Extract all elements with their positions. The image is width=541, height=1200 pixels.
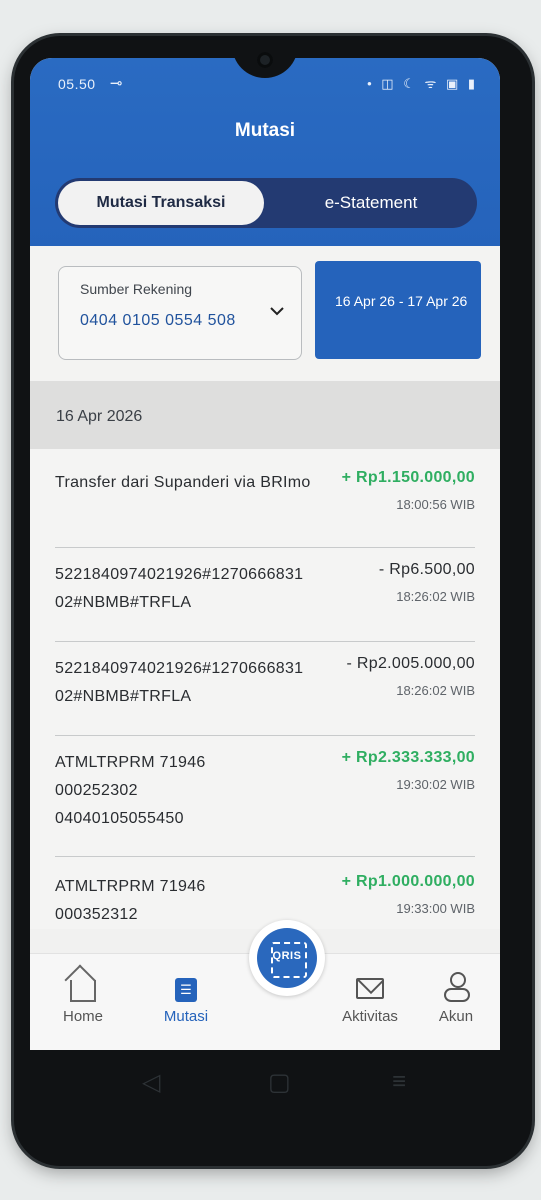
date-group-label: 16 Apr 2026 [56, 408, 143, 425]
nav-mutasi[interactable]: ☰ Mutasi [146, 972, 226, 1025]
tab-switcher: Mutasi Transaksi e-Statement [55, 178, 477, 228]
date-range-text: 16 Apr 26 - 17 Apr 26 [335, 293, 468, 309]
status-time: 05.50 [58, 76, 96, 92]
qris-label: QRIS [272, 950, 302, 962]
qris-icon: QRIS [257, 928, 317, 988]
transaction-amount: - Rp2.005.000,00 [346, 655, 475, 672]
source-account-number: 0404 0105 0554 508 [80, 312, 236, 329]
transaction-time: 19:30:02 WIB [396, 777, 475, 792]
transaction-row[interactable]: ATMLTRPRM 71946 000352312 + Rp1.000.000,… [55, 873, 475, 929]
source-account-label: Sumber Rekening [80, 281, 193, 297]
mail-icon [330, 972, 410, 1002]
transaction-list: Transfer dari Supanderi via BRImo + Rp1.… [30, 449, 500, 929]
transaction-description: ATMLTRPRM 71946 000252302 04040105055450 [55, 754, 206, 827]
back-icon[interactable]: ◁ [142, 1068, 160, 1097]
nav-aktivitas-label: Aktivitas [342, 1008, 398, 1025]
filter-bar: Sumber Rekening 0404 0105 0554 508 16 Ap… [30, 246, 500, 381]
nav-aktivitas[interactable]: Aktivitas [330, 972, 410, 1025]
date-group-header: 16 Apr 2026 [30, 381, 500, 449]
nav-mutasi-label: Mutasi [163, 1008, 209, 1025]
transaction-description: 5221840974021926#127066683102#NBMB#TRFLA [55, 660, 304, 705]
key-icon: ⊸ [110, 75, 123, 92]
app-screen: 05.50 ⊸ • ◫ ☾ ᯤ ▣ ▮ Mutasi Mutasi Transa… [30, 58, 500, 1050]
nav-akun[interactable]: Akun [416, 972, 496, 1025]
transaction-description: Transfer dari Supanderi via BRImo [55, 474, 311, 491]
nav-home[interactable]: Home [43, 972, 123, 1025]
transaction-row[interactable]: Transfer dari Supanderi via BRImo + Rp1.… [55, 469, 475, 548]
transaction-amount: + Rp2.333.333,00 [341, 749, 475, 766]
tab-e-statement[interactable]: e-Statement [269, 181, 473, 225]
user-icon [416, 972, 496, 1002]
transaction-row[interactable]: 5221840974021926#127066683102#NBMB#TRFLA… [55, 655, 475, 736]
transaction-amount: + Rp1.150.000,00 [341, 469, 475, 486]
system-navigation-bar: ◁ ▢ ≡ [30, 1050, 500, 1120]
home-square-icon[interactable]: ▢ [268, 1068, 291, 1097]
transaction-description: ATMLTRPRM 71946 000352312 [55, 878, 206, 923]
tab-mutasi-transaksi[interactable]: Mutasi Transaksi [58, 181, 264, 225]
transaction-time: 18:26:02 WIB [396, 589, 475, 604]
qris-button[interactable]: QRIS [249, 920, 325, 996]
transaction-description: 5221840974021926#127066683102#NBMB#TRFLA [55, 566, 304, 611]
transaction-time: 18:00:56 WIB [396, 497, 475, 512]
transaction-amount: + Rp1.000.000,00 [341, 873, 475, 890]
status-icons: • ◫ ☾ ᯤ ▣ ▮ [367, 76, 478, 91]
transaction-row[interactable]: ATMLTRPRM 71946 000252302 04040105055450… [55, 749, 475, 857]
transaction-time: 19:33:00 WIB [396, 901, 475, 916]
transaction-amount: - Rp6.500,00 [378, 561, 475, 578]
recents-icon[interactable]: ≡ [392, 1068, 406, 1096]
front-camera [257, 52, 273, 68]
transaction-row[interactable]: 5221840974021926#127066683102#NBMB#TRFLA… [55, 561, 475, 642]
nav-akun-label: Akun [438, 1008, 474, 1025]
transaction-time: 18:26:02 WIB [396, 683, 475, 698]
chevron-down-icon [269, 303, 285, 321]
date-range-button[interactable]: 16 Apr 26 - 17 Apr 26 [315, 261, 481, 359]
home-icon [43, 972, 123, 1002]
app-header: 05.50 ⊸ • ◫ ☾ ᯤ ▣ ▮ Mutasi Mutasi Transa… [30, 58, 500, 246]
page-title: Mutasi [234, 120, 296, 141]
list-icon: ☰ [146, 972, 226, 1002]
source-account-dropdown[interactable]: Sumber Rekening 0404 0105 0554 508 [58, 266, 302, 360]
nav-home-label: Home [62, 1008, 103, 1025]
